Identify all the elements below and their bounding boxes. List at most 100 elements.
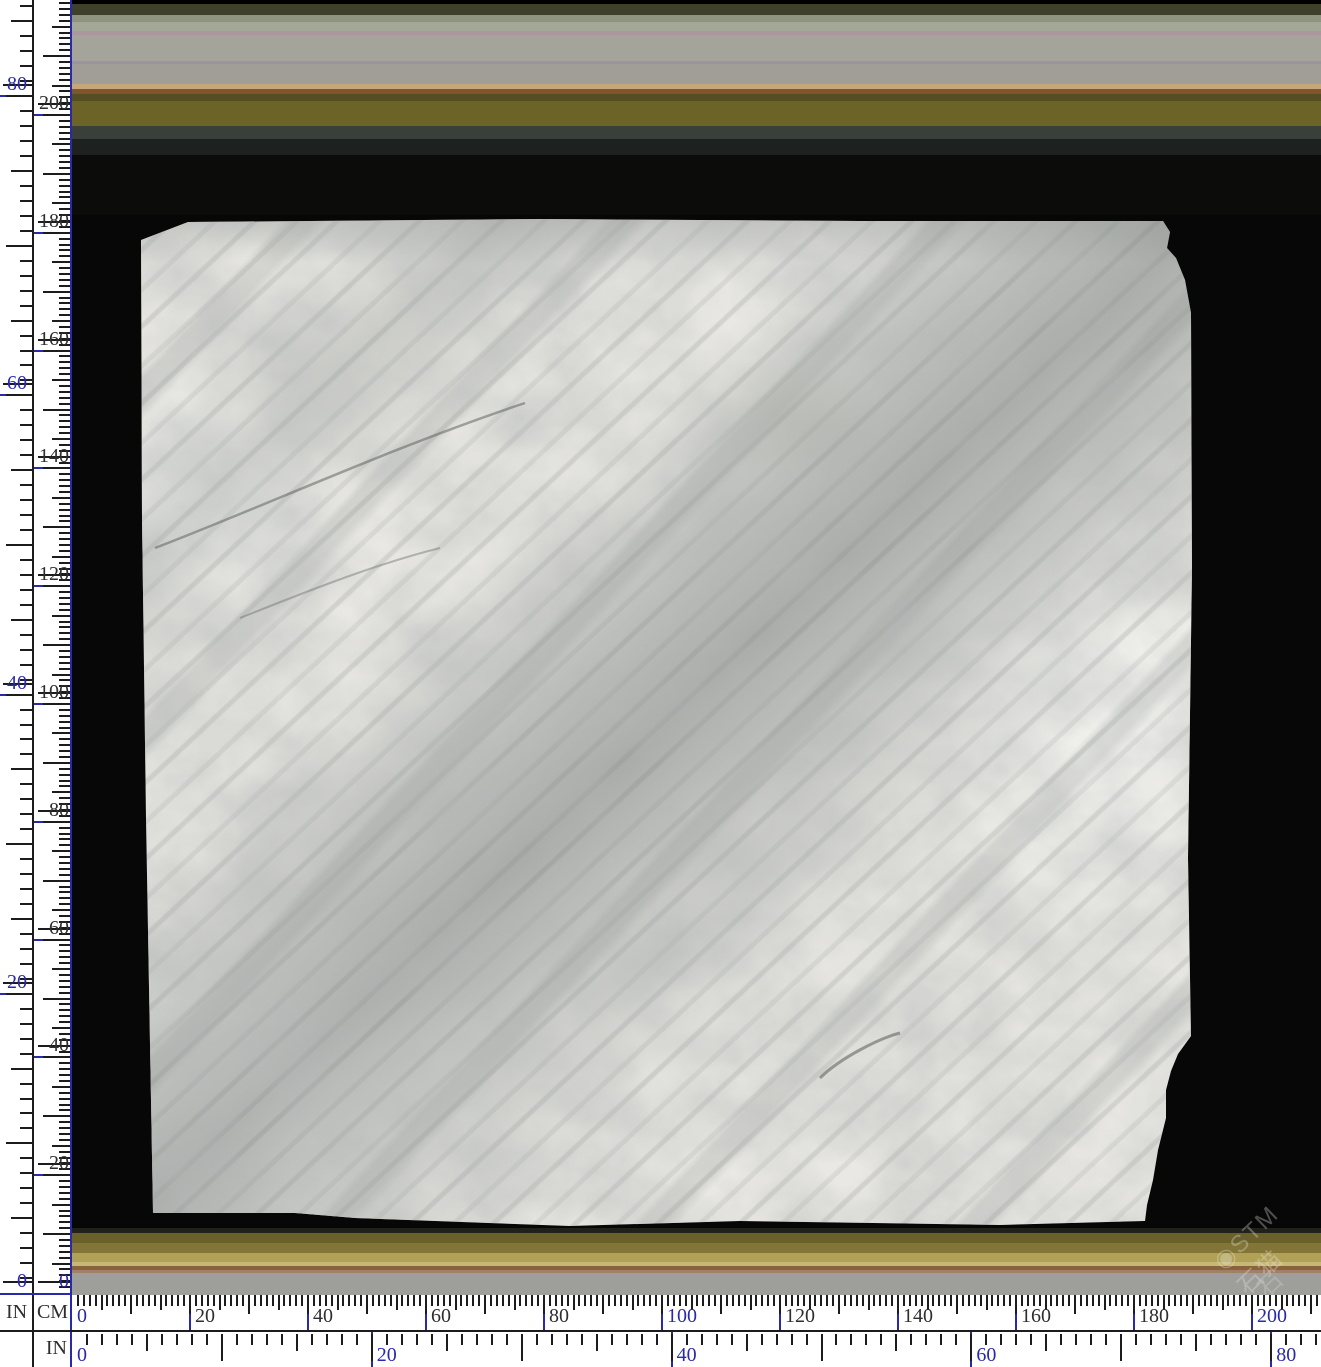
ruler-tick	[1060, 1334, 1062, 1345]
ruler-tick	[1135, 1334, 1137, 1345]
calibration-band	[72, 155, 1321, 215]
ruler-tick	[366, 1295, 368, 1314]
ruler-tick	[1074, 1295, 1076, 1314]
ruler-tick	[773, 1295, 775, 1306]
ruler-number: 40	[313, 1306, 333, 1326]
ruler-tick	[142, 1295, 144, 1306]
ruler-tick	[1056, 1295, 1058, 1306]
ruler-tick	[573, 1295, 575, 1310]
ruler-tick	[1127, 1295, 1129, 1306]
ruler-tick	[832, 1295, 834, 1306]
ruler-tick	[838, 1295, 840, 1314]
ruler-tick	[974, 1295, 976, 1306]
ruler-tick	[1239, 1295, 1241, 1306]
ruler-tick	[944, 1295, 946, 1306]
ruler-tick	[761, 1334, 763, 1345]
marble-slab	[140, 218, 1192, 1226]
ruler-tick	[1204, 1295, 1206, 1306]
ruler-tick	[537, 1295, 539, 1306]
ruler-tick	[720, 1295, 722, 1314]
ruler-tick	[6, 694, 33, 696]
ruler-tick	[1210, 1334, 1212, 1345]
ruler-tick	[311, 1334, 313, 1345]
ruler-tick	[354, 1295, 356, 1306]
vertical-inch-ruler: 020406080	[0, 0, 33, 1295]
ruler-number: 60	[976, 1345, 996, 1365]
ruler-tick	[1092, 1295, 1094, 1306]
ruler-tick	[43, 703, 72, 705]
ruler-tick	[43, 467, 72, 469]
ruler-tick	[821, 1334, 823, 1361]
ruler-tick	[52, 1145, 72, 1147]
ruler-tick	[43, 55, 72, 57]
ruler-number: 100	[667, 1306, 697, 1326]
ruler-tick	[502, 1295, 504, 1306]
ruler-tick	[968, 1295, 970, 1306]
ruler-tick	[1298, 1295, 1300, 1306]
ruler-tick	[301, 1295, 303, 1306]
ruler-tick	[425, 1295, 427, 1314]
ruler-tick	[221, 1334, 223, 1361]
ruler-tick	[401, 1334, 403, 1345]
ruler-tick	[6, 993, 33, 995]
ruler-tick	[356, 1334, 358, 1345]
vertical-cm-ruler: 020406080100120140160180200	[33, 0, 72, 1295]
ruler-number: 180	[39, 211, 69, 231]
ruler-tick	[341, 1334, 343, 1345]
ruler-tick	[1304, 1295, 1306, 1306]
ruler-tick	[671, 1334, 673, 1361]
ruler-tick	[191, 1334, 193, 1345]
ruler-tick	[1180, 1334, 1182, 1345]
ruler-tick	[1080, 1295, 1082, 1306]
ruler-tick	[1210, 1295, 1212, 1306]
ruler-tick	[11, 1217, 33, 1219]
ruler-number: 100	[39, 682, 69, 702]
ruler-tick	[731, 1334, 733, 1345]
ruler-tick	[879, 1295, 881, 1306]
calibration-band	[72, 1253, 1321, 1262]
ruler-tick	[776, 1334, 778, 1345]
ruler-tick	[43, 644, 72, 646]
ruler-tick	[289, 1295, 291, 1306]
ruler-tick	[637, 1295, 639, 1306]
ruler-tick	[726, 1295, 728, 1306]
ruler-tick	[536, 1334, 538, 1345]
calibration-band	[72, 35, 1321, 61]
ruler-tick	[1015, 1334, 1017, 1345]
ruler-tick	[52, 26, 72, 28]
ruler-tick	[506, 1334, 508, 1345]
ruler-tick	[189, 1295, 191, 1314]
ruler-tick	[1222, 1295, 1224, 1310]
ruler-tick	[590, 1295, 592, 1306]
ruler-tick	[171, 1295, 173, 1306]
ruler-tick	[746, 1334, 748, 1351]
ruler-tick	[581, 1334, 583, 1345]
ruler-tick	[130, 1295, 132, 1314]
ruler-tick	[716, 1334, 718, 1345]
ruler-tick	[641, 1334, 643, 1345]
ruler-tick	[326, 1334, 328, 1345]
ruler-tick	[11, 768, 33, 770]
ruler-tick	[1174, 1295, 1176, 1306]
ruler-tick	[266, 1295, 268, 1306]
ruler-tick	[1216, 1295, 1218, 1306]
ruler-tick	[43, 232, 72, 234]
ruler-number: 140	[903, 1306, 933, 1326]
ruler-tick	[702, 1295, 704, 1306]
calibration-band	[72, 1233, 1321, 1243]
ruler-tick	[649, 1295, 651, 1306]
ruler-tick	[136, 1295, 138, 1306]
ruler-tick	[230, 1295, 232, 1306]
ruler-tick	[52, 1086, 72, 1088]
ruler-tick	[925, 1334, 927, 1345]
ruler-tick	[956, 1295, 958, 1314]
ruler-tick	[118, 1295, 120, 1306]
ruler-tick	[43, 1056, 72, 1058]
ruler-number: 0	[17, 1271, 27, 1291]
ruler-tick	[1198, 1295, 1200, 1306]
ruler-tick	[940, 1334, 942, 1345]
ruler-tick	[6, 843, 33, 845]
ruler-tick	[491, 1334, 493, 1345]
calibration-band	[72, 1243, 1321, 1253]
ruler-number: 20	[7, 972, 27, 992]
